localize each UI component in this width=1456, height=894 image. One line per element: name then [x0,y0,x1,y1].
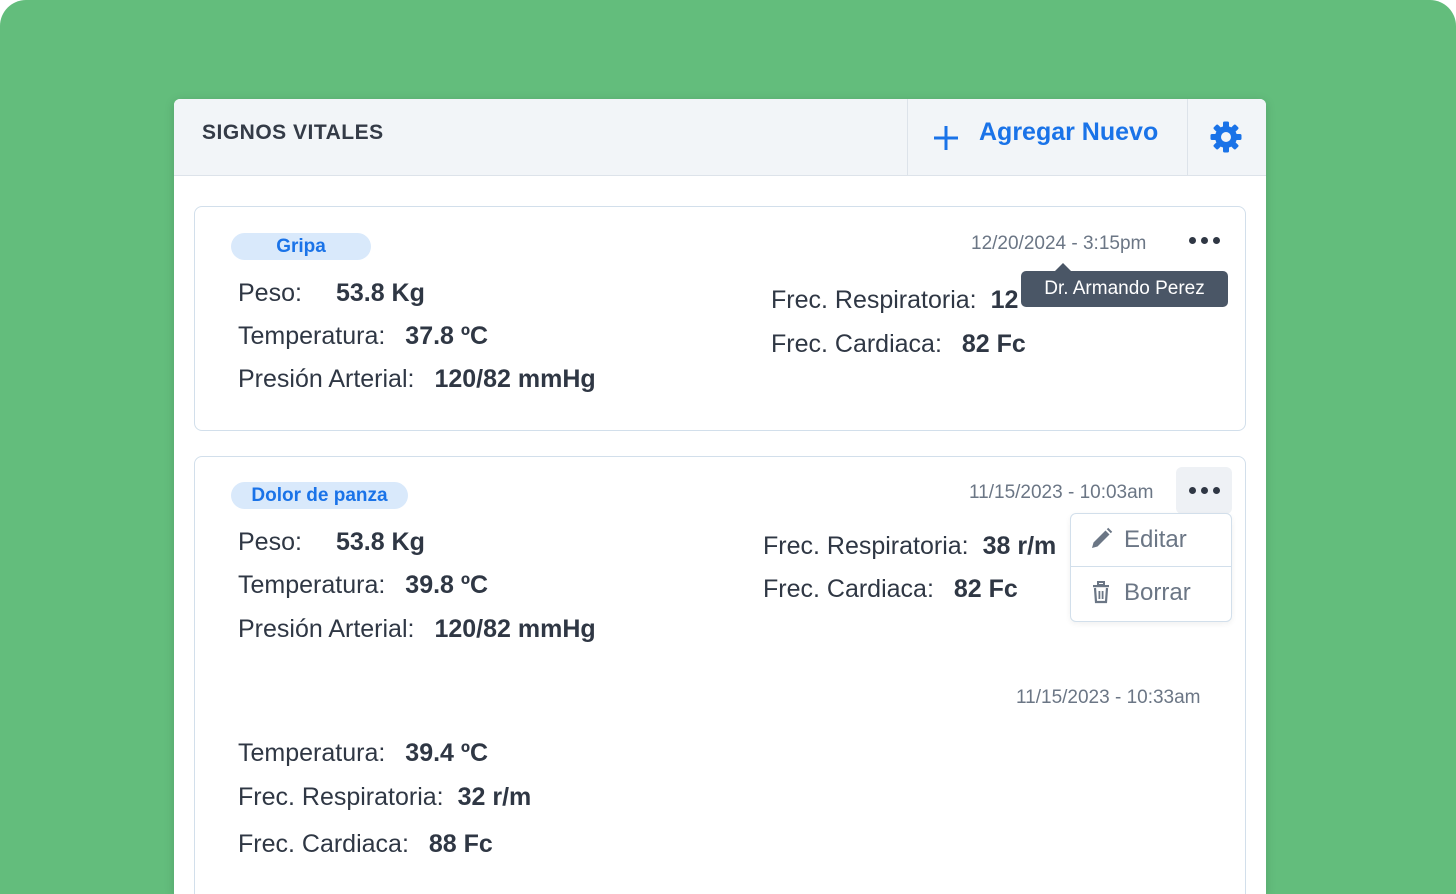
vital-row: Peso: 53.8 Kg [238,279,425,308]
vital-value: 37.8 ºC [405,322,489,350]
add-new-label: Agregar Nuevo [979,118,1159,146]
vital-row: Peso: 53.8 Kg [238,528,425,557]
vital-label: Presión Arterial: [238,615,415,643]
more-icon [1188,487,1196,494]
add-new-button[interactable]: Agregar Nuevo [907,99,1188,175]
vital-value: 39.8 ºC [405,571,489,599]
pencil-icon [1092,527,1113,548]
settings-button[interactable] [1187,99,1266,175]
delete-menu-item[interactable]: Borrar [1071,567,1231,619]
trash-icon [1093,581,1109,604]
vital-row: Frec. Cardiaca: 82 Fc [771,330,1026,359]
vital-value: 120/82 mmHg [434,615,596,643]
vital-label: Frec. Cardiaca: [771,330,942,358]
edit-menu-item[interactable]: Editar [1071,514,1231,567]
vital-row: Presión Arterial: 120/82 mmHg [238,365,596,394]
vital-label: Temperatura: [238,739,386,767]
vital-row: Frec. Respiratoria: 32 r/m [238,783,531,812]
vital-label: Frec. Respiratoria: [771,286,977,314]
vital-label: Frec. Cardiaca: [238,830,409,858]
sub-entry-date: 11/15/2023 - 10:33am [1016,687,1201,708]
diagnosis-tag: Gripa [231,233,371,260]
vital-row: Presión Arterial: 120/82 mmHg [238,615,596,644]
vital-value: 12 [990,286,1019,314]
vital-label: Peso: [238,528,302,556]
plus-icon [934,126,958,150]
diagnosis-tag: Dolor de panza [231,482,408,509]
vital-label: Presión Arterial: [238,365,415,393]
more-icon-dot [1200,237,1208,244]
more-options-button[interactable] [1176,217,1232,264]
vitals-card: Gripa 12/20/2024 - 3:15pm Peso: 53.8 Kg T… [194,206,1246,431]
doctor-tooltip: Dr. Armando Perez [1021,263,1228,307]
vital-value: 120/82 mmHg [434,365,596,393]
more-icon-dot [1212,237,1220,244]
vital-value: 32 r/m [457,783,532,811]
more-icon-dot [1200,487,1208,494]
vital-row: Temperatura: 39.8 ºC [238,571,488,600]
vital-label: Peso: [238,279,302,307]
more-options-button[interactable] [1176,467,1232,514]
vital-row: Frec. Respiratoria: 38 r/m [763,532,1056,561]
vital-row: Frec. Cardiaca: 82 Fc [763,575,1018,604]
vital-value: 82 Fc [961,330,1026,358]
edit-label: Editar [1124,526,1187,553]
vital-value: 38 r/m [982,532,1057,560]
vital-label: Temperatura: [238,322,386,350]
vital-label: Temperatura: [238,571,386,599]
delete-label: Borrar [1124,579,1191,606]
vitals-panel: SIGNOS VITALES Agregar Nuevo Gripa 12/20… [174,99,1266,894]
more-icon [1188,237,1196,244]
more-icon-dot [1212,487,1220,494]
vital-row: Temperatura: 39.4 ºC [238,739,488,768]
record-date[interactable]: 11/15/2023 - 10:03am [969,482,1154,504]
options-menu: Editar Borrar [1070,513,1232,622]
vital-value: 82 Fc [953,575,1018,603]
vital-value: 53.8 Kg [335,528,425,556]
panel-header: SIGNOS VITALES Agregar Nuevo [174,99,1266,176]
vital-row: Frec. Respiratoria: 12 [771,286,1018,315]
vital-row: Temperatura: 37.8 ºC [238,322,488,351]
vital-label: Frec. Respiratoria: [763,532,969,560]
vital-value: 39.4 ºC [405,739,489,767]
vital-row: Frec. Cardiaca: 88 Fc [238,830,493,859]
vital-label: Frec. Respiratoria: [238,783,444,811]
vital-label: Frec. Cardiaca: [763,575,934,603]
gear-icon [1210,121,1242,153]
panel-title: SIGNOS VITALES [202,121,384,144]
record-date[interactable]: 12/20/2024 - 3:15pm [971,233,1146,255]
vital-value: 53.8 Kg [335,279,425,307]
vital-value: 88 Fc [428,830,493,858]
